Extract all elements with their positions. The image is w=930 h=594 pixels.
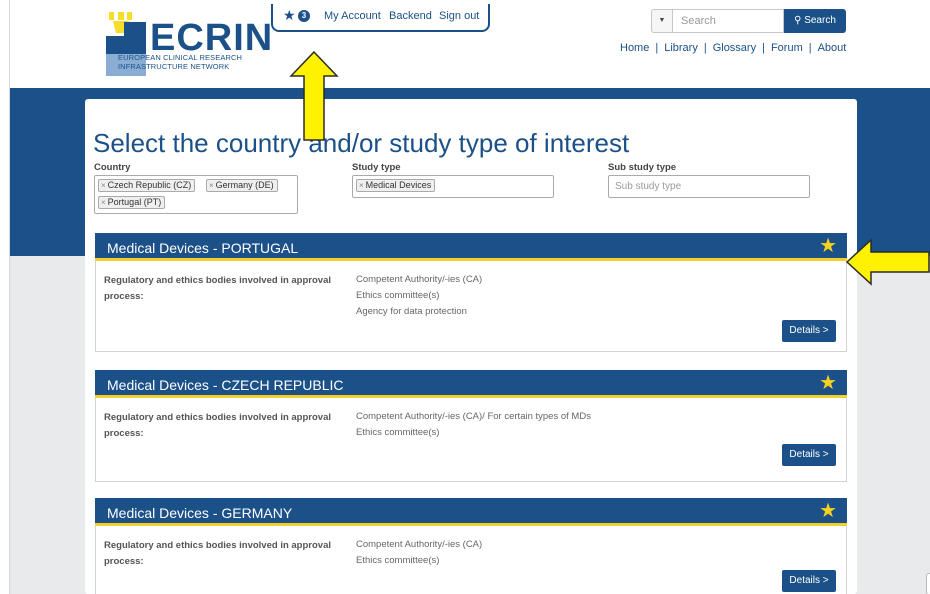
favorite-star-icon[interactable]: ★: [819, 500, 837, 522]
nav-about[interactable]: About: [818, 42, 847, 54]
logo-wordmark: ECRIN: [150, 17, 274, 59]
search-input[interactable]: [673, 9, 784, 33]
search-button[interactable]: ⚲ Search: [784, 9, 846, 33]
country-label: Country: [94, 162, 131, 173]
nav-home[interactable]: Home: [620, 42, 649, 54]
page-background: [857, 256, 930, 594]
study-type-label: Study type: [352, 162, 401, 173]
result-values: Competent Authority/-ies (CA)/ For certa…: [356, 411, 591, 438]
magnifier-icon: ⚲: [794, 15, 802, 26]
side-feedback-tab[interactable]: [926, 573, 930, 594]
page-title: Select the country and/or study type of …: [93, 128, 630, 158]
country-chip-pt[interactable]: × Portugal (PT): [98, 196, 166, 209]
sub-study-type-select[interactable]: Sub study type: [608, 175, 810, 198]
my-account-link[interactable]: My Account: [324, 10, 381, 22]
result-header[interactable]: Medical Devices - CZECH REPUBLIC ★: [95, 370, 847, 398]
remove-icon[interactable]: ×: [101, 181, 106, 190]
remove-icon[interactable]: ×: [359, 181, 364, 190]
country-chip-de[interactable]: × Germany (DE): [206, 179, 278, 192]
favorite-star-icon[interactable]: ★: [819, 235, 837, 257]
sub-study-type-placeholder: Sub study type: [615, 181, 682, 192]
country-select[interactable]: × Czech Republic (CZ) × Germany (DE) × Port…: [94, 175, 298, 214]
result-panel: Medical Devices - PORTUGAL ★ Regulatory …: [95, 233, 847, 352]
details-button[interactable]: Details >: [782, 320, 836, 342]
result-label: Regulatory and ethics bodies involved in…: [104, 540, 331, 567]
result-title[interactable]: Medical Devices - PORTUGAL: [107, 240, 298, 256]
left-frame-edge: [0, 0, 10, 594]
logo-subtitle: EUROPEAN CLINICAL RESEARCH INFRASTRUCTUR…: [118, 53, 243, 71]
favorites-count-badge[interactable]: 3: [298, 10, 310, 22]
details-button[interactable]: Details >: [782, 444, 836, 466]
result-header[interactable]: Medical Devices - PORTUGAL ★: [95, 233, 847, 261]
user-bar: ★ 3 My Account Backend Sign out: [271, 4, 490, 32]
favorite-star-icon[interactable]: ★: [819, 372, 837, 394]
result-panel: Medical Devices - GERMANY ★ Regulatory a…: [95, 498, 847, 594]
search-scope-dropdown[interactable]: ▼: [651, 9, 673, 33]
country-chip-cz[interactable]: × Czech Republic (CZ): [98, 179, 196, 192]
result-header[interactable]: Medical Devices - GERMANY ★: [95, 498, 847, 526]
search-button-label: Search: [804, 15, 836, 26]
study-type-select[interactable]: × Medical Devices: [352, 175, 554, 198]
nav-forum[interactable]: Forum: [771, 42, 803, 54]
result-panel: Medical Devices - CZECH REPUBLIC ★ Regul…: [95, 370, 847, 482]
result-label: Regulatory and ethics bodies involved in…: [104, 275, 331, 302]
result-values: Competent Authority/-ies (CA) Ethics com…: [356, 274, 483, 317]
annotation-up-arrow-icon: [289, 50, 339, 141]
favorites-star-icon[interactable]: ★: [283, 8, 296, 22]
details-button[interactable]: Details >: [782, 570, 836, 592]
nav-library[interactable]: Library: [664, 42, 698, 54]
annotation-left-arrow-icon: [845, 238, 930, 286]
result-title[interactable]: Medical Devices - CZECH REPUBLIC: [107, 377, 344, 393]
result-label: Regulatory and ethics bodies involved in…: [104, 412, 331, 439]
result-title[interactable]: Medical Devices - GERMANY: [107, 505, 292, 521]
nav-glossary[interactable]: Glossary: [713, 42, 756, 54]
remove-icon[interactable]: ×: [209, 181, 214, 190]
backend-link[interactable]: Backend: [389, 10, 432, 22]
remove-icon[interactable]: ×: [101, 198, 106, 207]
sign-out-link[interactable]: Sign out: [439, 10, 479, 22]
study-type-chip[interactable]: × Medical Devices: [356, 179, 436, 192]
main-nav: Home | Library | Glossary | Forum | About: [620, 42, 847, 54]
result-values: Competent Authority/-ies (CA) Ethics com…: [356, 539, 483, 566]
sub-study-type-label: Sub study type: [608, 162, 677, 173]
caret-down-icon: ▼: [658, 17, 666, 24]
